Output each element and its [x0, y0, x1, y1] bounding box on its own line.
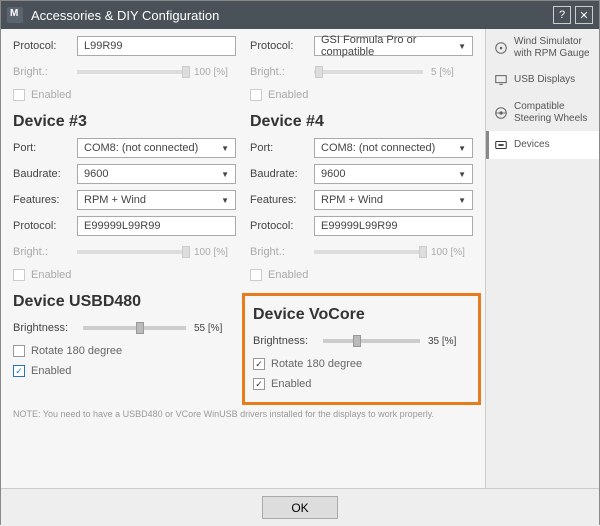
protocol-label: Protocol:	[13, 220, 71, 232]
bright-label: Bright.:	[250, 246, 308, 258]
d4-features-select[interactable]: RPM + Wind▼	[314, 190, 473, 210]
d3-enabled-checkbox[interactable]	[13, 269, 25, 281]
d1-enabled-checkbox[interactable]	[13, 89, 25, 101]
bright-label: Bright.:	[250, 66, 308, 78]
brightness-label: Brightness:	[253, 335, 317, 347]
titlebar: Accessories & DIY Configuration ? ✕	[1, 1, 599, 29]
d4-baud-select[interactable]: 9600▼	[314, 164, 473, 184]
sidebar-item-devices[interactable]: Devices	[486, 131, 599, 159]
devices-icon	[494, 138, 508, 152]
display-icon	[494, 73, 508, 87]
chevron-down-icon: ▼	[221, 196, 229, 205]
footer: OK	[1, 488, 599, 526]
vocore-rotate-checkbox[interactable]: ✓	[253, 358, 265, 370]
d3-brightness-value: 100 [%]	[194, 247, 236, 258]
d1-brightness-value: 100 [%]	[194, 67, 236, 78]
features-label: Features:	[250, 194, 308, 206]
vocore-brightness-value: 35 [%]	[428, 336, 470, 347]
bright-label: Bright.:	[13, 66, 71, 78]
driver-note: NOTE: You need to have a USBD480 or VCor…	[13, 409, 473, 421]
protocol-label: Protocol:	[13, 40, 71, 52]
enabled-label: Enabled	[268, 89, 308, 101]
help-button[interactable]: ?	[553, 6, 571, 24]
port-label: Port:	[250, 142, 308, 154]
sidebar: Wind Simulator with RPM Gauge USB Displa…	[485, 29, 599, 488]
features-label: Features:	[13, 194, 71, 206]
d3-port-select[interactable]: COM8: (not connected)▼	[77, 138, 236, 158]
chevron-down-icon: ▼	[221, 170, 229, 179]
usbd-brightness-value: 55 [%]	[194, 323, 236, 334]
sidebar-item-steering-wheels[interactable]: Compatible Steering Wheels	[486, 94, 599, 131]
d2-enabled-checkbox[interactable]	[250, 89, 262, 101]
port-label: Port:	[13, 142, 71, 154]
window-title: Accessories & DIY Configuration	[31, 8, 553, 23]
d3-baud-select[interactable]: 9600▼	[77, 164, 236, 184]
usbd-brightness-slider[interactable]	[83, 326, 186, 330]
usbd-rotate-checkbox[interactable]	[13, 345, 25, 357]
usbd-enabled-checkbox[interactable]: ✓	[13, 365, 25, 377]
sidebar-item-label: Wind Simulator with RPM Gauge	[514, 36, 591, 59]
rotate-label: Rotate 180 degree	[31, 345, 122, 357]
chevron-down-icon: ▼	[221, 144, 229, 153]
protocol-label: Protocol:	[250, 40, 308, 52]
d3-protocol-input[interactable]: E99999L99R99	[77, 216, 236, 236]
sidebar-item-wind-simulator[interactable]: Wind Simulator with RPM Gauge	[486, 29, 599, 66]
baudrate-label: Baudrate:	[250, 168, 308, 180]
sidebar-item-label: Compatible Steering Wheels	[514, 101, 591, 124]
enabled-label: Enabled	[31, 269, 71, 281]
d3-title: Device #3	[13, 113, 236, 131]
main-panel: Protocol: L99R99 Bright.: 100 [%] Enable…	[1, 29, 485, 488]
vocore-highlight-box: Device VoCore Brightness: 35 [%] ✓ Rotate …	[242, 293, 481, 405]
usbd-title: Device USBD480	[13, 293, 236, 311]
d4-title: Device #4	[250, 113, 473, 131]
d4-protocol-input[interactable]: E99999L99R99	[314, 216, 473, 236]
ok-button[interactable]: OK	[262, 496, 338, 519]
sidebar-item-usb-displays[interactable]: USB Displays	[486, 66, 599, 94]
chevron-down-icon: ▼	[458, 144, 466, 153]
d2-brightness-value: 5 [%]	[431, 67, 473, 78]
d3-features-select[interactable]: RPM + Wind▼	[77, 190, 236, 210]
d4-enabled-checkbox[interactable]	[250, 269, 262, 281]
sidebar-item-label: USB Displays	[514, 74, 575, 86]
close-button[interactable]: ✕	[575, 6, 593, 24]
baudrate-label: Baudrate:	[13, 168, 71, 180]
chevron-down-icon: ▼	[458, 170, 466, 179]
bright-label: Bright.:	[13, 246, 71, 258]
steering-wheel-icon	[494, 106, 508, 120]
vocore-title: Device VoCore	[253, 306, 470, 324]
vocore-brightness-slider[interactable]	[323, 339, 420, 343]
chevron-down-icon: ▼	[458, 42, 466, 51]
d2-brightness-slider	[314, 70, 423, 74]
fan-icon	[494, 41, 508, 55]
d4-brightness-slider	[314, 250, 423, 254]
d1-brightness-slider	[77, 70, 186, 74]
d4-port-select[interactable]: COM8: (not connected)▼	[314, 138, 473, 158]
rotate-label: Rotate 180 degree	[271, 358, 362, 370]
enabled-label: Enabled	[271, 378, 311, 390]
enabled-label: Enabled	[31, 89, 71, 101]
d4-brightness-value: 100 [%]	[431, 247, 473, 258]
enabled-label: Enabled	[31, 365, 71, 377]
enabled-label: Enabled	[268, 269, 308, 281]
d3-brightness-slider	[77, 250, 186, 254]
sidebar-item-label: Devices	[514, 139, 550, 151]
d2-protocol-select[interactable]: GSI Formula Pro or compatible▼	[314, 36, 473, 56]
d1-protocol-input[interactable]: L99R99	[77, 36, 236, 56]
app-logo-icon	[7, 7, 23, 23]
protocol-label: Protocol:	[250, 220, 308, 232]
chevron-down-icon: ▼	[458, 196, 466, 205]
brightness-label: Brightness:	[13, 322, 77, 334]
vocore-enabled-checkbox[interactable]: ✓	[253, 378, 265, 390]
